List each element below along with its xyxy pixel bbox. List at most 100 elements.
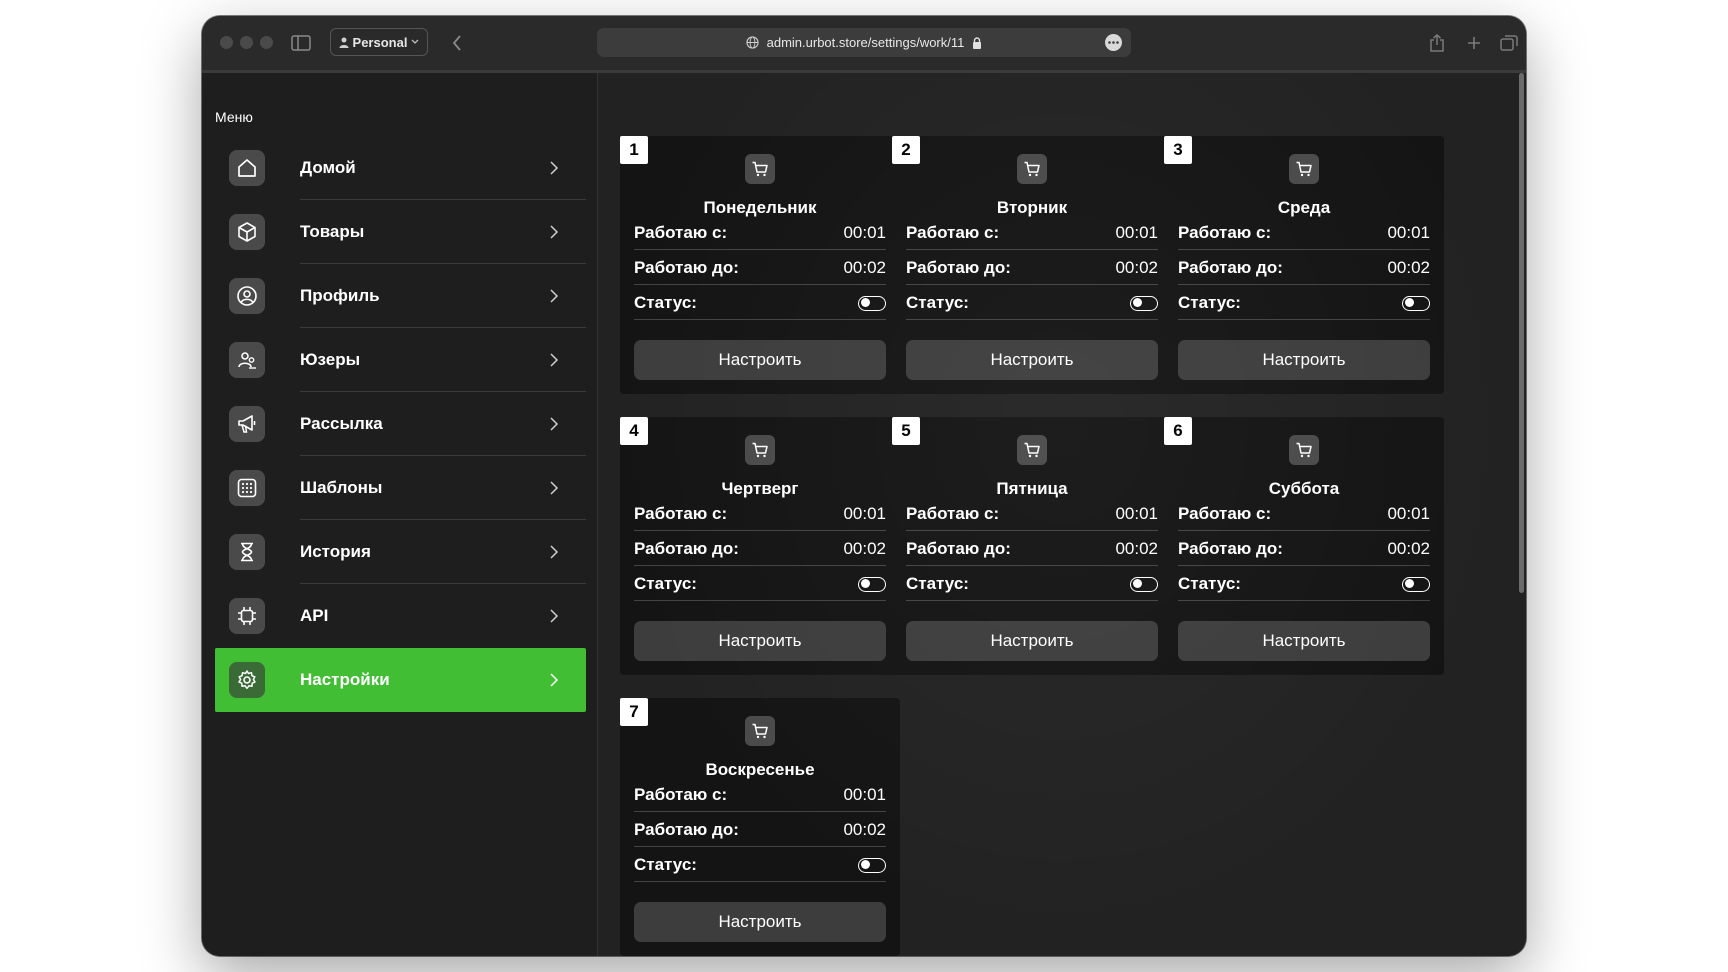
configure-button[interactable]: Настроить [634,902,886,942]
sidebar-item-label: Настройки [300,670,390,689]
sidebar-item-label: Домой [300,158,356,177]
divider [634,249,886,250]
configure-button[interactable]: Настроить [906,621,1158,661]
close-window-button[interactable] [220,36,233,49]
new-tab-icon[interactable] [1463,32,1485,54]
sidebar-item-products[interactable]: Товары [215,200,586,264]
status-toggle[interactable] [858,576,886,592]
day-card: 5 Пятница Работаю с: 00:01 Работаю до: 00:… [892,417,1172,675]
chevron-right-icon [550,161,559,175]
status-label: Статус: [634,574,697,593]
work-to-value: 00:02 [1115,539,1158,558]
day-number: 7 [620,698,648,726]
scrollbar[interactable] [1519,73,1524,593]
work-from-value: 00:01 [843,785,886,804]
sidebar-item-label: История [300,542,371,561]
work-from-row: Работаю с: 00:01 [906,497,1158,531]
configure-button[interactable]: Настроить [634,340,886,380]
cart-icon [745,154,775,184]
day-number: 2 [892,136,920,164]
work-to-label: Работаю до: [1178,539,1283,558]
divider [1178,565,1430,566]
chip-icon [229,598,265,634]
sidebar-item-label: Товары [300,222,365,241]
cart-icon [1017,435,1047,465]
status-toggle[interactable] [858,857,886,873]
work-from-label: Работаю с: [634,785,728,804]
cart-icon [745,716,775,746]
sidebar-item-settings[interactable]: Настройки [215,648,586,712]
divider [906,249,1158,250]
share-icon[interactable] [1426,32,1448,54]
status-toggle[interactable] [1402,576,1430,592]
globe-icon [745,36,759,49]
status-row: Статус: [1178,567,1430,601]
work-from-row: Работаю с: 00:01 [1178,497,1430,531]
divider [634,881,886,882]
work-to-row: Работаю до: 00:02 [1178,251,1430,285]
divider [634,319,886,320]
chevron-right-icon [550,545,559,559]
work-from-label: Работаю с: [906,504,1000,523]
work-to-value: 00:02 [843,539,886,558]
hourglass-icon [229,534,265,570]
divider [1178,530,1430,531]
work-to-row: Работаю до: 00:02 [634,532,886,566]
work-to-row: Работаю до: 00:02 [906,251,1158,285]
status-toggle[interactable] [1130,295,1158,311]
work-to-value: 00:02 [1387,258,1430,277]
tab-overview-icon[interactable] [1498,32,1520,54]
divider [1178,284,1430,285]
home-icon [229,150,265,186]
minimize-window-button[interactable] [240,36,253,49]
sidebar-item-label: Шаблоны [300,478,383,497]
address-bar[interactable]: admin.urbot.store/settings/work/11 [597,28,1131,57]
work-from-label: Работаю с: [906,223,1000,242]
sidebar-item-templates[interactable]: Шаблоны [215,456,586,520]
status-row: Статус: [634,286,886,320]
day-name: Чертверг [721,479,799,498]
day-card: 1 Понедельник Работаю с: 00:01 Работаю до… [620,136,900,394]
back-icon[interactable] [446,32,468,54]
profile-button[interactable]: Personal [330,28,428,56]
work-from-row: Работаю с: 00:01 [1178,216,1430,250]
more-options-icon[interactable] [1105,34,1122,51]
box-icon [229,214,265,250]
cart-icon [1017,154,1047,184]
status-toggle[interactable] [858,295,886,311]
sidebar-item-history[interactable]: История [215,520,586,584]
sidebar-item-mailing[interactable]: Рассылка [215,392,586,456]
zoom-window-button[interactable] [260,36,273,49]
status-label: Статус: [1178,574,1241,593]
configure-button[interactable]: Настроить [634,621,886,661]
sidebar-item-label: Профиль [300,286,380,305]
sidebar-item-home[interactable]: Домой [215,136,586,200]
sidebar-item-api[interactable]: API [215,584,586,648]
lock-icon [973,36,982,49]
divider [634,846,886,847]
status-toggle[interactable] [1402,295,1430,311]
work-from-value: 00:01 [1115,504,1158,523]
work-from-value: 00:01 [843,504,886,523]
sidebar-item-users[interactable]: Юзеры [215,328,586,392]
status-toggle[interactable] [1130,576,1158,592]
day-number: 3 [1164,136,1192,164]
configure-button[interactable]: Настроить [1178,340,1430,380]
person-icon [339,37,349,48]
day-card: 2 Вторник Работаю с: 00:01 Работаю до: 00:… [892,136,1172,394]
day-name: Понедельник [703,198,817,217]
work-to-row: Работаю до: 00:02 [634,251,886,285]
sidebar-item-profile[interactable]: Профиль [215,264,586,328]
work-from-label: Работаю с: [1178,223,1272,242]
configure-button[interactable]: Настроить [906,340,1158,380]
status-label: Статус: [634,855,697,874]
work-from-row: Работаю с: 00:01 [634,497,886,531]
sidebar-toggle-icon[interactable] [290,32,312,54]
status-label: Статус: [634,293,697,312]
sidebar-item-label: Юзеры [300,350,361,369]
chevron-right-icon [550,481,559,495]
cart-icon [745,435,775,465]
main-content: 1 Понедельник Работаю с: 00:01 Работаю до… [598,73,1526,956]
status-label: Статус: [1178,293,1241,312]
configure-button[interactable]: Настроить [1178,621,1430,661]
